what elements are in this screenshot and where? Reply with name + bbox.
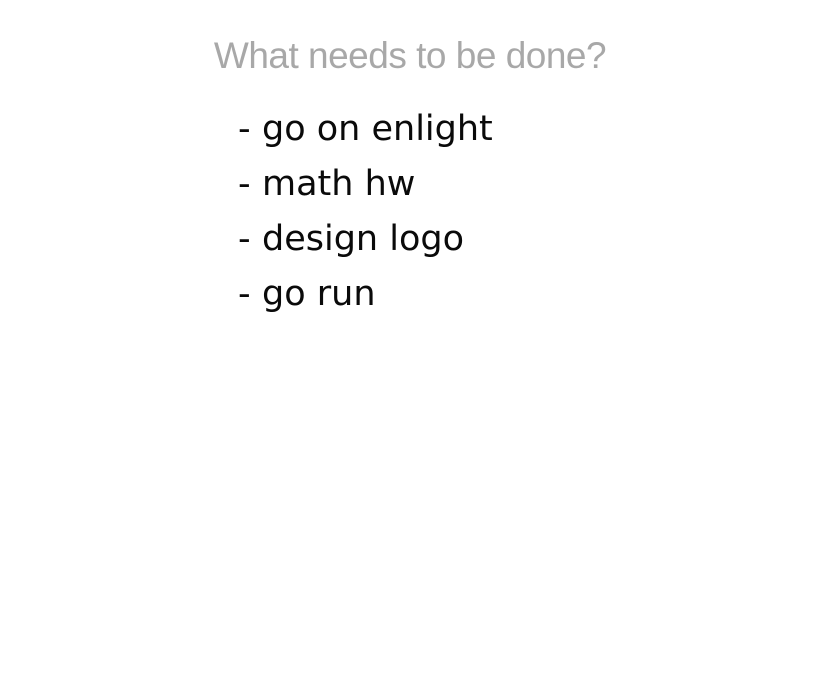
list-dash: -: [238, 274, 251, 314]
todo-prompt-heading: What needs to be done?: [213, 35, 607, 76]
todo-item-text: design logo: [262, 219, 465, 259]
list-dash: -: [238, 219, 251, 259]
list-dash: -: [238, 109, 251, 149]
todo-item-design-logo[interactable]: - design logo: [238, 215, 493, 270]
todo-item-text: go on enlight: [262, 109, 493, 149]
todo-item-text: math hw: [262, 164, 416, 204]
todo-item-text: go run: [262, 274, 376, 314]
todo-item-go-run[interactable]: - go run: [238, 270, 493, 325]
todo-item-go-on-enlight[interactable]: - go on enlight: [238, 105, 493, 160]
todo-app: What needs to be done? - go on enlight -m…: [0, 0, 832, 686]
todo-item-math-hw[interactable]: - math hw: [238, 160, 493, 215]
list-dash: -: [238, 164, 251, 204]
todo-list: - go on enlight - math hw - design logo - go…: [238, 105, 493, 325]
